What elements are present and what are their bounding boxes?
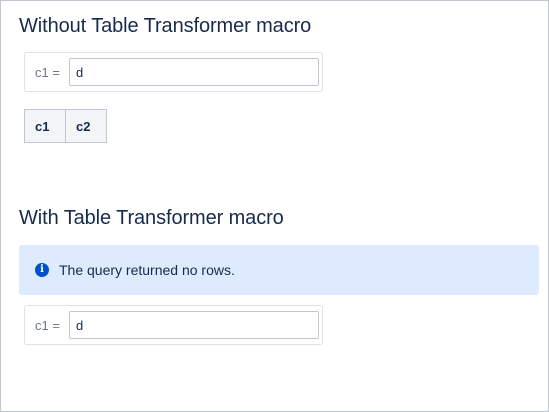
- parameter-label: c1 =: [35, 65, 60, 80]
- info-message-text: The query returned no rows.: [59, 262, 235, 278]
- info-icon: i: [35, 263, 49, 277]
- section-title-without-macro: Without Table Transformer macro: [19, 15, 312, 37]
- parameter-box-with-macro: c1 =: [24, 305, 323, 345]
- table-header-row: c1 c2: [24, 109, 107, 143]
- column-header-c2[interactable]: c2: [65, 109, 107, 143]
- parameter-box-without-macro: c1 =: [24, 52, 323, 92]
- parameter-label: c1 =: [35, 318, 60, 333]
- info-message-banner: i The query returned no rows.: [19, 245, 539, 295]
- section-title-with-macro: With Table Transformer macro: [19, 207, 284, 229]
- page-frame: Without Table Transformer macro c1 = c1 …: [0, 0, 549, 412]
- parameter-input[interactable]: [69, 58, 319, 86]
- parameter-input[interactable]: [69, 311, 319, 339]
- column-header-c1[interactable]: c1: [24, 109, 66, 143]
- result-table: c1 c2: [24, 109, 107, 143]
